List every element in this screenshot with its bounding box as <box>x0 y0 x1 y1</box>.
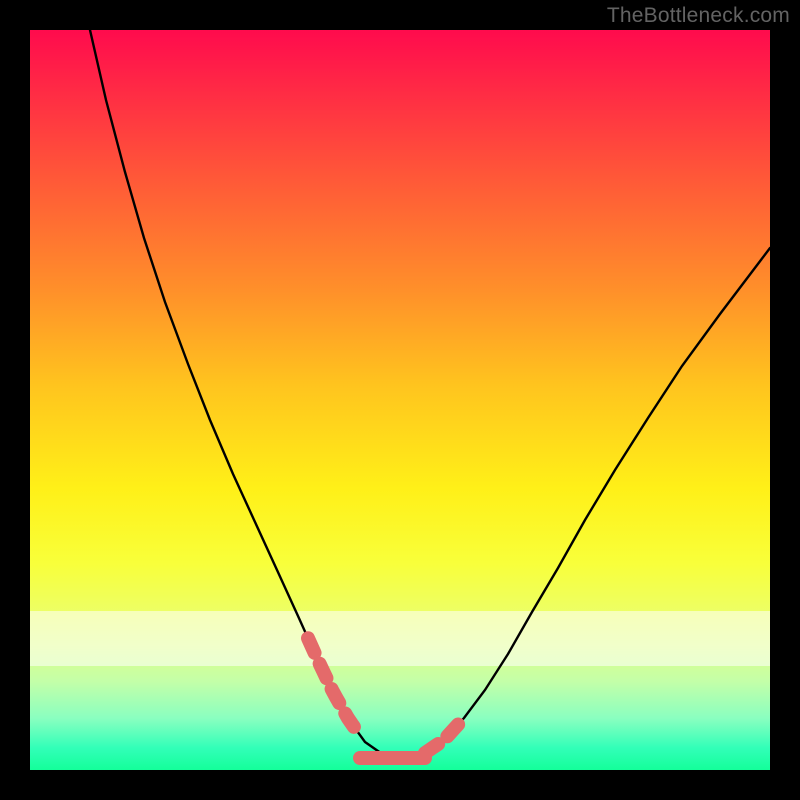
left-highlight-segment <box>308 638 360 735</box>
right-highlight-segment <box>425 722 460 753</box>
curve-layer <box>30 30 770 770</box>
watermark-text: TheBottleneck.com <box>607 4 790 28</box>
plot-area <box>30 30 770 770</box>
bottleneck-curve <box>90 30 770 758</box>
outer-frame: TheBottleneck.com <box>0 0 800 800</box>
